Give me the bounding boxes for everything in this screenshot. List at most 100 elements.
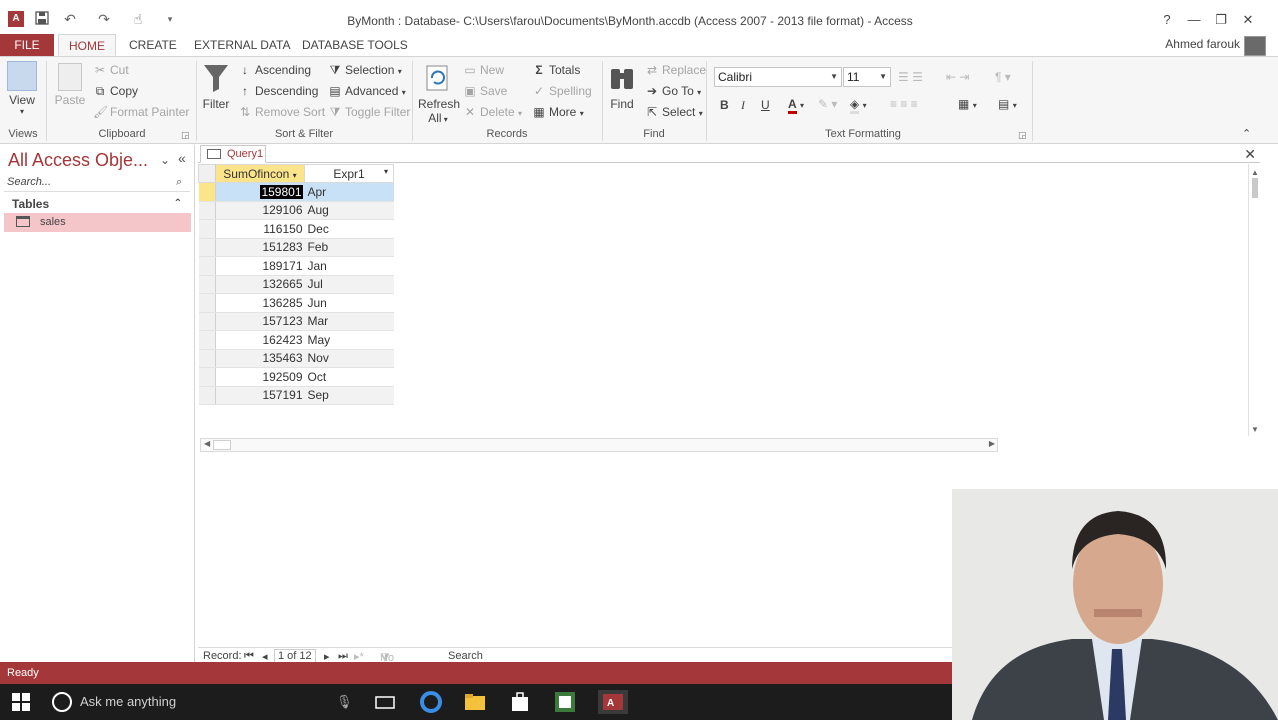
file-explorer-icon[interactable] <box>463 690 487 714</box>
cell-sumofincon[interactable]: 135463 <box>215 349 305 368</box>
advanced-button[interactable]: ▤ Advanced ▾ <box>328 84 405 98</box>
windows-start-icon[interactable] <box>12 693 30 711</box>
view-button[interactable]: View ▾ <box>4 61 40 116</box>
collapse-ribbon-icon[interactable]: ⌃ <box>1242 127 1251 140</box>
cell-expr1[interactable]: Nov <box>304 349 394 368</box>
cell-sumofincon[interactable]: 189171 <box>215 256 305 276</box>
font-color-button[interactable]: A ▾ <box>788 97 804 114</box>
cell-expr1[interactable]: Dec <box>304 219 394 239</box>
user-name[interactable]: Ahmed farouk <box>1165 37 1240 51</box>
record-selector[interactable] <box>198 219 216 239</box>
nav-search-input[interactable]: Search... <box>4 176 190 192</box>
selection-button[interactable]: ⧩ Selection ▾ <box>328 63 402 78</box>
nav-section-tables[interactable]: Tables ⌃ <box>4 195 190 213</box>
gridlines-button[interactable]: ▦ ▾ <box>958 97 977 111</box>
current-record-input[interactable]: 1 of 12 <box>274 649 316 663</box>
more-button[interactable]: ▦ More ▾ <box>532 105 583 119</box>
record-selector[interactable] <box>198 256 216 276</box>
close-document-icon[interactable]: ✕ <box>1244 146 1256 163</box>
cell-expr1[interactable]: Aug <box>304 201 394 220</box>
vertical-scrollbar[interactable]: ▲ ▼ <box>1248 164 1260 436</box>
table-row[interactable]: 136285 Jun <box>198 293 394 313</box>
scrollbar-thumb[interactable] <box>213 440 231 450</box>
nav-menu-icon[interactable]: ⌄ <box>160 153 170 167</box>
help-button[interactable]: ? <box>1157 12 1177 27</box>
cell-sumofincon[interactable]: 136285 <box>215 293 305 313</box>
go-to-button[interactable]: ➔ Go To ▾ <box>645 84 701 98</box>
underline-button[interactable]: U <box>761 98 770 112</box>
spelling-button[interactable]: ✓ Spelling <box>532 84 592 98</box>
microphone-icon[interactable]: 🎙 <box>336 694 353 710</box>
select-all-cell[interactable] <box>198 164 216 183</box>
scroll-down-icon[interactable]: ▼ <box>1251 425 1259 434</box>
cell-sumofincon[interactable]: 192509 <box>215 367 305 387</box>
dialog-launcher-icon[interactable]: ◲ <box>1018 130 1027 141</box>
paste-button[interactable]: Paste <box>52 63 88 107</box>
font-name-select[interactable]: Calibri ▼ <box>714 67 842 87</box>
descending-button[interactable]: ↑ Descending <box>238 84 318 98</box>
chevron-down-icon[interactable]: ▾ <box>293 171 297 180</box>
alternate-row-color-button[interactable]: ▤ ▾ <box>998 97 1017 111</box>
scroll-up-icon[interactable]: ▲ <box>1251 168 1259 177</box>
refresh-all-button[interactable]: Refresh All ▾ <box>418 63 460 125</box>
ascending-button[interactable]: ↓ Ascending <box>238 63 311 77</box>
cell-expr1[interactable]: Jul <box>304 275 394 294</box>
column-header-expr1[interactable]: Expr1 ▾ <box>304 164 394 183</box>
column-header-sumofincon[interactable]: SumOfincon ▾ <box>215 164 305 183</box>
record-selector[interactable] <box>198 293 216 313</box>
table-row[interactable]: 162423 May <box>198 330 394 350</box>
record-selector[interactable] <box>198 367 216 387</box>
cortana-icon[interactable] <box>52 692 72 712</box>
table-row[interactable]: 151283 Feb <box>198 238 394 257</box>
cell-sumofincon[interactable]: 129106 <box>215 201 305 220</box>
tab-file[interactable]: FILE <box>0 34 54 56</box>
format-painter-button[interactable]: 🖌 Format Painter <box>93 105 189 119</box>
fill-color-button[interactable]: ◈ ▾ <box>850 97 867 114</box>
delete-record-button[interactable]: ✕ Delete ▾ <box>463 105 522 119</box>
cell-expr1[interactable]: Apr <box>304 182 394 202</box>
record-selector[interactable] <box>198 386 216 405</box>
taskbar-search-input[interactable]: Ask me anything <box>80 694 176 709</box>
record-selector[interactable] <box>198 201 216 220</box>
horizontal-scrollbar[interactable]: ◀ ▶ <box>200 438 998 452</box>
tab-home[interactable]: HOME <box>58 34 116 56</box>
close-button[interactable]: ✕ <box>1238 12 1258 28</box>
remove-sort-button[interactable]: ⇅ Remove Sort <box>238 105 325 119</box>
access-taskbar-icon[interactable]: A <box>598 690 628 714</box>
tab-database-tools[interactable]: DATABASE TOOLS <box>292 34 418 56</box>
copy-button[interactable]: ⧉ Copy <box>93 84 138 99</box>
cell-expr1[interactable]: May <box>304 330 394 350</box>
cell-sumofincon[interactable]: 162423 <box>215 330 305 350</box>
record-selector[interactable] <box>198 275 216 294</box>
minimize-button[interactable]: — <box>1184 12 1204 27</box>
search-icon[interactable]: ⌕ <box>176 176 182 189</box>
scroll-right-icon[interactable]: ▶ <box>989 439 995 448</box>
cell-sumofincon[interactable]: 116150 <box>215 219 305 239</box>
camtasia-icon[interactable] <box>553 690 577 714</box>
cell-expr1[interactable]: Oct <box>304 367 394 387</box>
toggle-filter-button[interactable]: ⧩ Toggle Filter <box>328 105 411 120</box>
save-record-button[interactable]: ▣ Save <box>463 84 507 98</box>
select-button[interactable]: ⇱ Select ▾ <box>645 105 703 119</box>
record-selector[interactable] <box>198 330 216 350</box>
cell-expr1[interactable]: Mar <box>304 312 394 331</box>
cell-sumofincon[interactable]: 157123 <box>215 312 305 331</box>
table-row[interactable]: 192509 Oct <box>198 367 394 387</box>
edge-icon[interactable] <box>419 690 443 714</box>
bold-button[interactable]: B <box>720 98 729 112</box>
record-selector[interactable] <box>198 312 216 331</box>
italic-button[interactable]: I <box>741 98 745 113</box>
task-view-icon[interactable] <box>373 690 397 714</box>
dialog-launcher-icon[interactable]: ◲ <box>181 130 190 141</box>
find-button[interactable]: Find <box>606 63 638 111</box>
filter-button[interactable]: Filter <box>200 63 232 111</box>
shutter-bar-close-icon[interactable]: « <box>178 150 186 166</box>
indent-icon[interactable]: ⇤ ⇥ <box>946 70 969 84</box>
chevron-down-icon[interactable]: ▾ <box>384 167 388 176</box>
cell-expr1[interactable]: Sep <box>304 386 394 405</box>
align-icons[interactable]: ≡ ≡ ≡ <box>890 97 918 111</box>
cell-expr1[interactable]: Feb <box>304 238 394 257</box>
table-row[interactable]: 159801 Apr <box>198 182 394 202</box>
new-record-button[interactable]: ▭ New <box>463 63 504 77</box>
nav-item-sales[interactable]: sales <box>4 213 191 232</box>
